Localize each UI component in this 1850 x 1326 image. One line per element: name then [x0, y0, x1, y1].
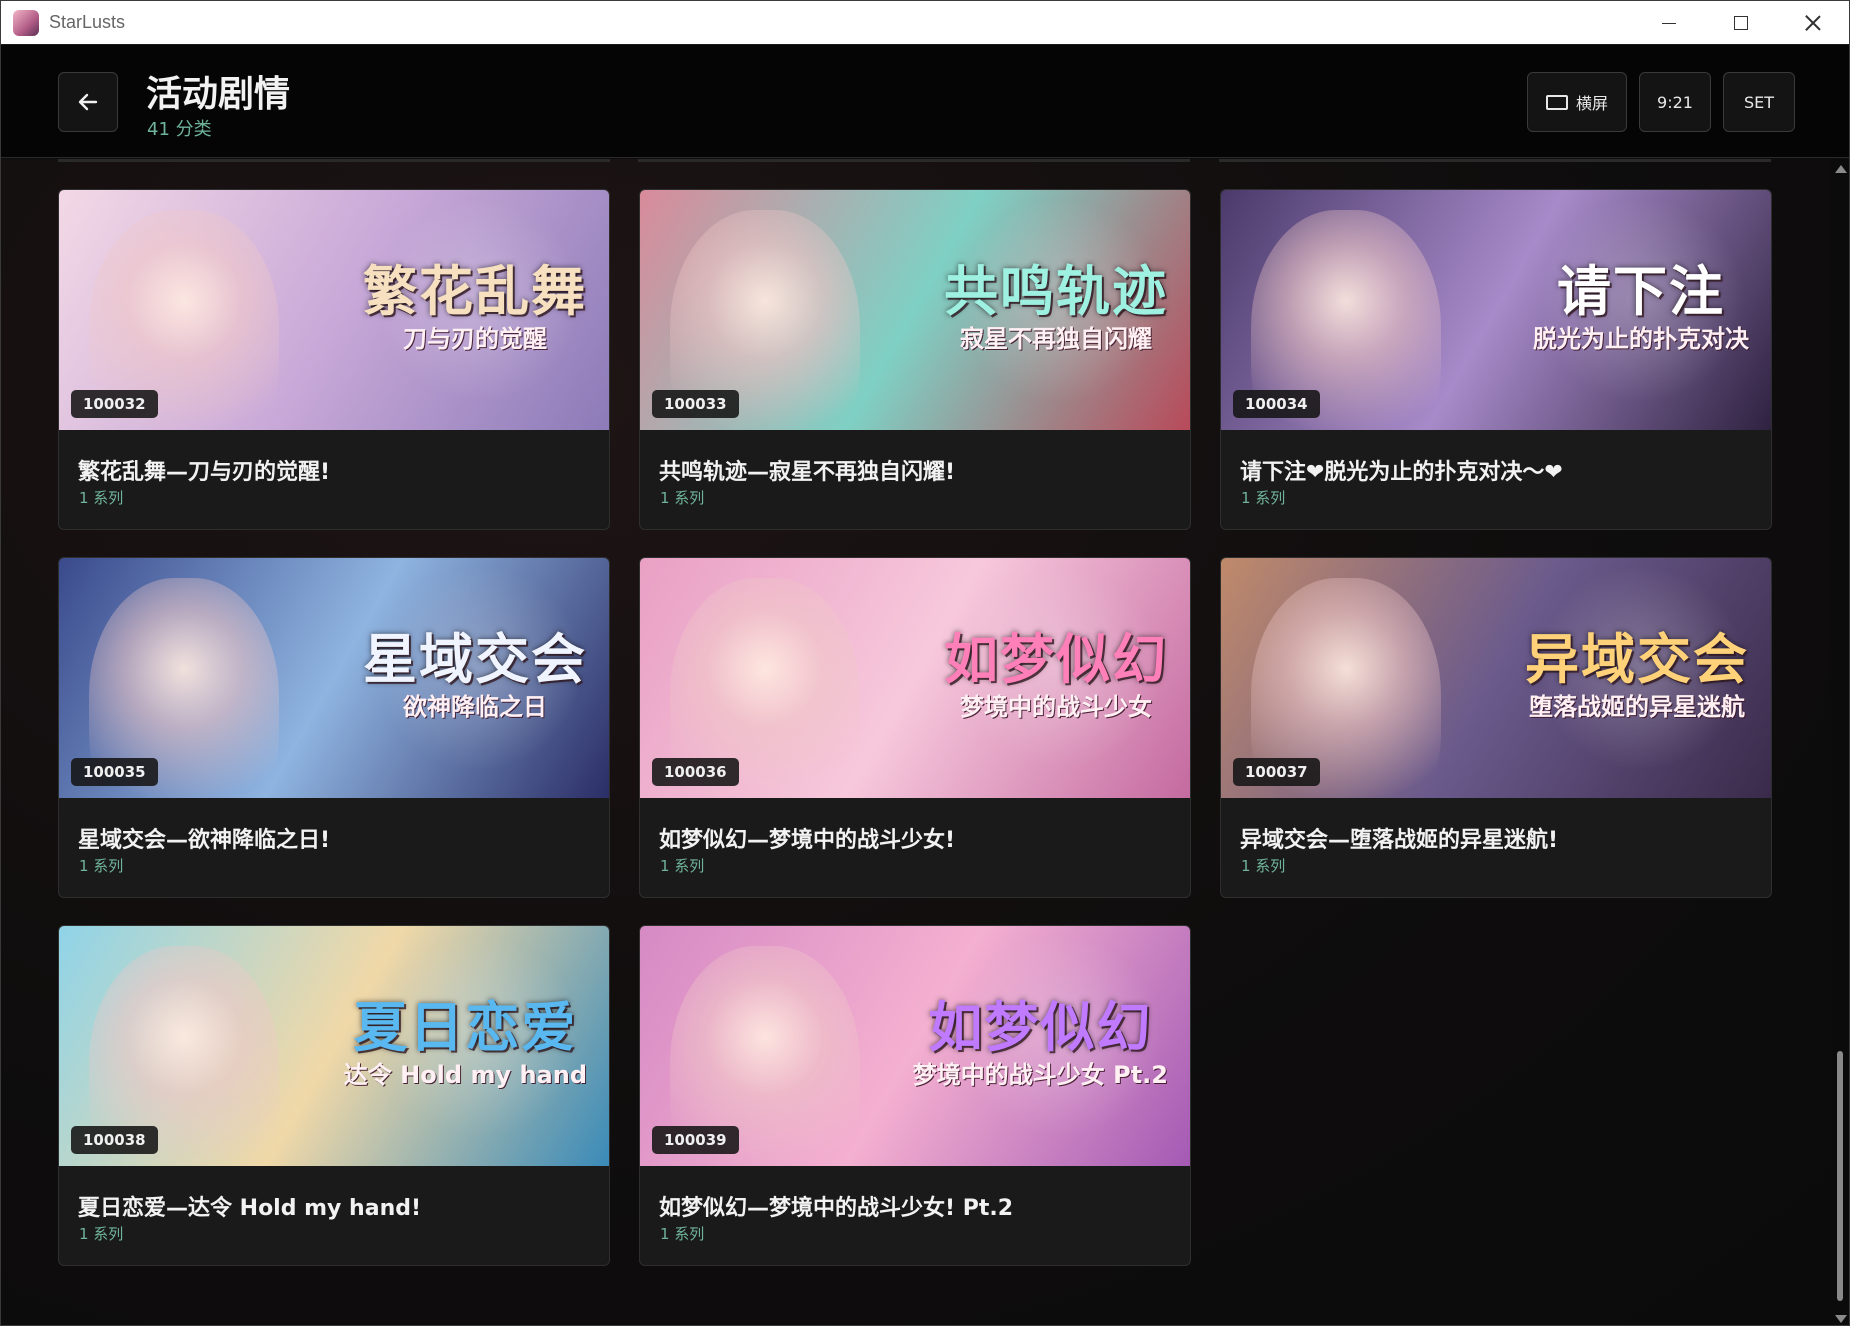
story-thumbnail: 如梦似幻 梦境中的战斗少女 Pt.2 100039 — [640, 926, 1190, 1166]
story-title: 异域交会—堕落战姬的异星迷航! — [1240, 828, 1559, 853]
artwork-logo-title: 如梦似幻 — [928, 996, 1153, 1059]
story-id-badge: 100039 — [652, 1126, 739, 1154]
artwork-logo-title: 共鸣轨迹 — [944, 260, 1168, 323]
series-count: 1 系列 — [660, 857, 705, 875]
artwork-logo-title: 繁花乱舞 — [363, 260, 587, 323]
arrow-left-icon — [78, 93, 98, 111]
header-actions: 横屏 9:21 SET — [1527, 72, 1795, 132]
story-id-badge: 100035 — [71, 758, 158, 786]
story-title: 请下注❤脱光为止的扑克对决～❤ — [1240, 460, 1563, 485]
story-id-badge: 100036 — [652, 758, 739, 786]
story-title: 共鸣轨迹—寂星不再独自闪耀! — [659, 460, 956, 485]
series-count: 1 系列 — [79, 1225, 124, 1243]
window-controls — [1633, 1, 1849, 45]
artwork-logo-title: 请下注 — [1557, 260, 1725, 323]
app-logo-icon — [13, 9, 39, 36]
story-card[interactable]: 如梦似幻 梦境中的战斗少女 100036 如梦似幻—梦境中的战斗少女! 1 系列 — [639, 557, 1191, 898]
story-card[interactable]: 繁花乱舞 刀与刃的觉醒 100032 繁花乱舞—刀与刃的觉醒! 1 系列 — [58, 189, 610, 530]
series-count: 1 系列 — [1241, 857, 1286, 875]
artwork-logo: 共鸣轨迹 寂星不再独自闪耀 — [944, 260, 1168, 354]
story-thumbnail: 繁花乱舞 刀与刃的觉醒 100032 — [59, 190, 609, 430]
story-card[interactable]: 请下注 脱光为止的扑克对决 100034 请下注❤脱光为止的扑克对决～❤ 1 系列 — [1220, 189, 1772, 530]
artwork-logo-subtitle: 欲神降临之日 — [403, 693, 547, 721]
minimize-icon — [1662, 22, 1676, 24]
orientation-button[interactable]: 横屏 — [1527, 72, 1627, 132]
artwork-logo-subtitle: 堕落战姬的异星迷航 — [1529, 693, 1745, 721]
aspect-ratio-button[interactable]: 9:21 — [1639, 72, 1711, 132]
card-edge — [1219, 159, 1771, 162]
story-thumbnail: 星域交会 欲神降临之日 100035 — [59, 558, 609, 798]
window-title: StarLusts — [49, 12, 126, 32]
artwork-logo: 星域交会 欲神降临之日 — [363, 628, 587, 722]
story-id-badge: 100032 — [71, 390, 158, 418]
content-area: 繁花乱舞 刀与刃的觉醒 100032 繁花乱舞—刀与刃的觉醒! 1 系列 共鸣轨迹 寂星不再… — [1, 159, 1833, 1325]
orientation-label: 横屏 — [1575, 94, 1608, 113]
title-bar: StarLusts — [1, 1, 1849, 45]
artwork-logo-subtitle: 脱光为止的扑克对决 — [1533, 325, 1749, 353]
scroll-thumb[interactable] — [1837, 1051, 1843, 1301]
story-thumbnail: 异域交会 堕落战姬的异星迷航 100037 — [1221, 558, 1771, 798]
maximize-icon — [1734, 16, 1748, 30]
settings-label: SET — [1743, 92, 1775, 112]
story-card[interactable]: 异域交会 堕落战姬的异星迷航 100037 异域交会—堕落战姬的异星迷航! 1 系列 — [1220, 557, 1772, 898]
close-button[interactable] — [1777, 1, 1849, 45]
card-edge — [638, 159, 1190, 162]
artwork-logo-title: 星域交会 — [363, 628, 587, 691]
artwork-logo-subtitle: 梦境中的战斗少女 — [960, 693, 1152, 721]
artwork-logo-title: 如梦似幻 — [944, 628, 1168, 691]
series-count: 1 系列 — [79, 857, 124, 875]
story-card[interactable]: 共鸣轨迹 寂星不再独自闪耀 100033 共鸣轨迹—寂星不再独自闪耀! 1 系列 — [639, 189, 1191, 530]
artwork-logo-subtitle: 梦境中的战斗少女 Pt.2 — [912, 1061, 1168, 1089]
series-count: 1 系列 — [660, 489, 705, 507]
landscape-icon — [1545, 94, 1568, 110]
series-count: 1 系列 — [660, 1225, 705, 1243]
story-title: 如梦似幻—梦境中的战斗少女! Pt.2 — [659, 1196, 1013, 1221]
artwork-logo: 请下注 脱光为止的扑克对决 — [1533, 260, 1749, 354]
app-window: StarLusts 活动剧情 41 分类 横屏 9:21 SET 繁花乱舞 刀与… — [0, 0, 1850, 1326]
artwork-logo-subtitle: 达令 Hold my hand — [343, 1061, 587, 1089]
previous-row-edge — [58, 159, 1773, 162]
artwork-logo: 夏日恋爱 达令 Hold my hand — [344, 996, 587, 1090]
page-header: 活动剧情 41 分类 横屏 9:21 SET — [1, 45, 1849, 158]
story-id-badge: 100033 — [652, 390, 739, 418]
scroll-up-arrow-icon[interactable] — [1835, 165, 1847, 173]
card-edge — [58, 159, 610, 162]
category-count: 41 分类 — [147, 119, 212, 140]
minimize-button[interactable] — [1633, 1, 1705, 45]
story-title: 繁花乱舞—刀与刃的觉醒! — [78, 460, 331, 485]
story-card[interactable]: 夏日恋爱 达令 Hold my hand 100038 夏日恋爱—达令 Hold my… — [58, 925, 610, 1266]
story-thumbnail: 夏日恋爱 达令 Hold my hand 100038 — [59, 926, 609, 1166]
artwork-logo: 如梦似幻 梦境中的战斗少女 Pt.2 — [913, 996, 1168, 1090]
story-card[interactable]: 星域交会 欲神降临之日 100035 星域交会—欲神降临之日! 1 系列 — [58, 557, 610, 898]
artwork-logo: 如梦似幻 梦境中的战斗少女 — [944, 628, 1168, 722]
story-title: 星域交会—欲神降临之日! — [78, 828, 331, 853]
scroll-down-arrow-icon[interactable] — [1835, 1315, 1847, 1323]
artwork-logo-title: 异域交会 — [1525, 628, 1749, 691]
story-title: 夏日恋爱—达令 Hold my hand! — [78, 1196, 422, 1221]
series-count: 1 系列 — [1241, 489, 1286, 507]
series-count: 1 系列 — [79, 489, 124, 507]
story-card[interactable]: 如梦似幻 梦境中的战斗少女 Pt.2 100039 如梦似幻—梦境中的战斗少女! Pt… — [639, 925, 1191, 1266]
artwork-logo-subtitle: 寂星不再独自闪耀 — [960, 325, 1152, 353]
story-title: 如梦似幻—梦境中的战斗少女! — [659, 828, 956, 853]
aspect-ratio-label: 9:21 — [1657, 92, 1693, 112]
story-id-badge: 100037 — [1233, 758, 1320, 786]
story-id-badge: 100038 — [71, 1126, 158, 1154]
back-button[interactable] — [58, 72, 118, 132]
artwork-logo: 异域交会 堕落战姬的异星迷航 — [1525, 628, 1749, 722]
artwork-logo-title: 夏日恋爱 — [353, 996, 578, 1059]
story-thumbnail: 请下注 脱光为止的扑克对决 100034 — [1221, 190, 1771, 430]
settings-button[interactable]: SET — [1723, 72, 1795, 132]
story-thumbnail: 如梦似幻 梦境中的战斗少女 100036 — [640, 558, 1190, 798]
story-id-badge: 100034 — [1233, 390, 1320, 418]
close-icon — [1805, 15, 1821, 31]
maximize-button[interactable] — [1705, 1, 1777, 45]
vertical-scrollbar[interactable] — [1831, 159, 1849, 1325]
page-title: 活动剧情 — [146, 74, 291, 115]
artwork-logo: 繁花乱舞 刀与刃的觉醒 — [363, 260, 587, 354]
story-thumbnail: 共鸣轨迹 寂星不再独自闪耀 100033 — [640, 190, 1190, 430]
artwork-logo-subtitle: 刀与刃的觉醒 — [403, 325, 547, 353]
